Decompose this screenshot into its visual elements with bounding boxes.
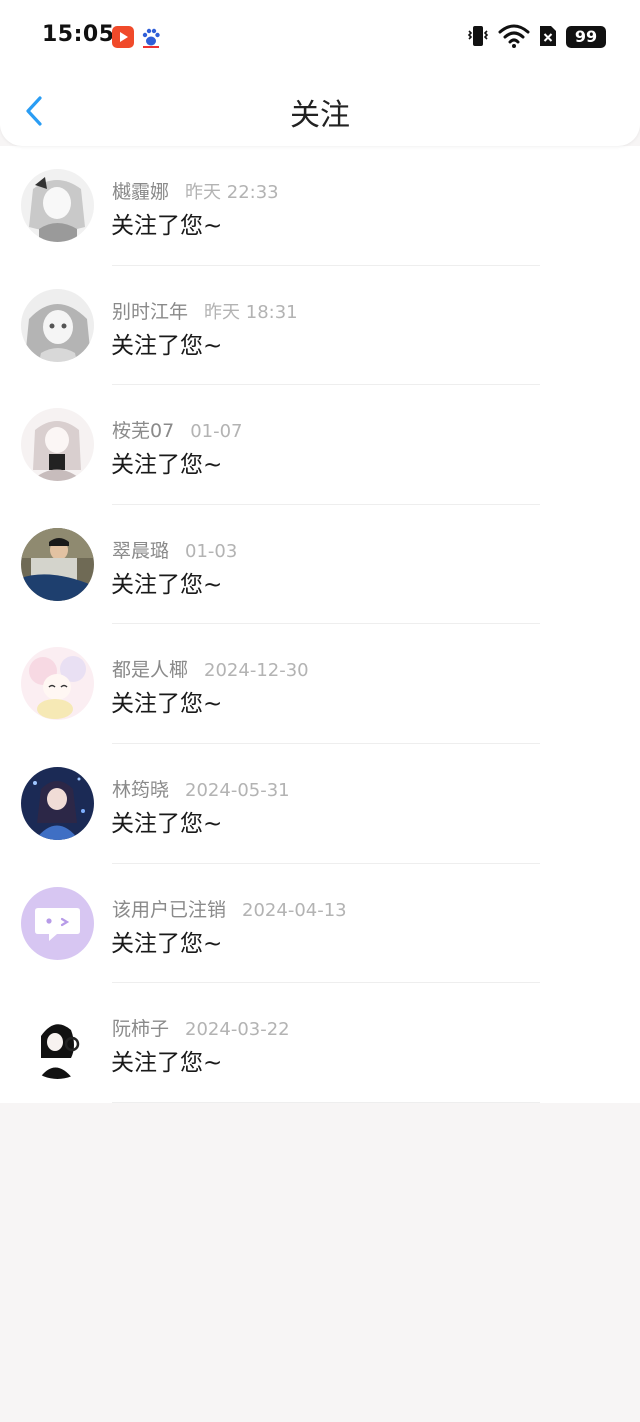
- avatar[interactable]: [21, 1006, 94, 1080]
- meta-line: 林筠晓 2024-05-31: [112, 775, 290, 802]
- timestamp: 2024-03-22: [185, 1019, 290, 1041]
- timestamp: 昨天 22:33: [185, 182, 279, 203]
- vibrate-icon: [467, 26, 489, 46]
- message-text: 关注了您~: [111, 571, 223, 598]
- timestamp: 2024-05-31: [185, 779, 290, 801]
- message-text: 关注了您~: [111, 213, 223, 239]
- list-item[interactable]: 樾霾娜 昨天 22:33 关注了您~: [0, 146, 640, 266]
- message-text: 关注了您~: [111, 1050, 223, 1077]
- nav-bar: 关注: [0, 72, 640, 146]
- avatar[interactable]: [21, 766, 94, 840]
- message-text: 关注了您~: [111, 810, 223, 837]
- list-item[interactable]: 翠晨璐 01-03 关注了您~: [0, 505, 640, 625]
- timestamp: 01-03: [185, 540, 238, 562]
- list-item[interactable]: 林筠晓 2024-05-31 关注了您~: [0, 744, 640, 864]
- meta-line: 桉芜07 01-07: [112, 416, 243, 443]
- list-item[interactable]: 该用户已注销 2024-04-13 关注了您~: [0, 864, 640, 984]
- timestamp: 01-07: [190, 421, 243, 443]
- paw-app-icon: [142, 28, 160, 48]
- meta-line: 阮柿子 2024-03-22: [112, 1014, 290, 1041]
- timestamp: 2024-04-13: [242, 899, 347, 921]
- username[interactable]: 该用户已注销: [112, 899, 226, 921]
- username[interactable]: 翠晨璐: [112, 540, 169, 562]
- timestamp: 昨天 18:31: [204, 301, 298, 323]
- username[interactable]: 别时江年: [112, 301, 188, 323]
- meta-line: 翠晨璐 01-03: [112, 536, 237, 563]
- timestamp: 2024-12-30: [204, 660, 309, 682]
- avatar[interactable]: [21, 647, 94, 721]
- avatar[interactable]: [21, 288, 94, 362]
- video-app-icon: [112, 26, 134, 48]
- avatar[interactable]: [21, 527, 94, 601]
- username[interactable]: 樾霾娜: [112, 181, 169, 203]
- status-time: 15:05: [42, 22, 115, 47]
- message-text: 关注了您~: [111, 332, 223, 359]
- message-text: 关注了您~: [111, 930, 223, 957]
- deleted-user-avatar[interactable]: [21, 886, 94, 960]
- username[interactable]: 桉芜07: [112, 420, 174, 442]
- meta-line: 别时江年 昨天 18:31: [112, 297, 298, 324]
- message-text: 关注了您~: [111, 691, 223, 718]
- wifi-icon: [498, 24, 530, 48]
- page-title: 关注: [290, 98, 350, 133]
- username[interactable]: 林筠晓: [112, 779, 169, 801]
- status-bar: 15:05 99: [0, 0, 640, 72]
- notification-list: 樾霾娜 昨天 22:33 关注了您~ 别时江年 昨天 18:31 关注了您~ 桉…: [0, 146, 640, 1103]
- top-bar: 15:05 99 关注: [0, 0, 640, 146]
- meta-line: 樾霾娜 昨天 22:33: [112, 177, 279, 204]
- avatar[interactable]: [21, 408, 94, 482]
- message-text: 关注了您~: [111, 452, 223, 479]
- list-item[interactable]: 阮柿子 2024-03-22 关注了您~: [0, 983, 640, 1103]
- list-item[interactable]: 别时江年 昨天 18:31 关注了您~: [0, 266, 640, 386]
- sim-off-icon: [540, 26, 556, 46]
- list-item[interactable]: 都是人椰 2024-12-30 关注了您~: [0, 624, 640, 744]
- avatar[interactable]: [21, 169, 94, 242]
- meta-line: 都是人椰 2024-12-30: [112, 655, 309, 682]
- battery-icon: 99: [566, 26, 606, 48]
- username[interactable]: 都是人椰: [112, 659, 188, 681]
- username[interactable]: 阮柿子: [112, 1018, 169, 1040]
- list-item[interactable]: 桉芜07 01-07 关注了您~: [0, 385, 640, 505]
- meta-line: 该用户已注销 2024-04-13: [112, 895, 347, 922]
